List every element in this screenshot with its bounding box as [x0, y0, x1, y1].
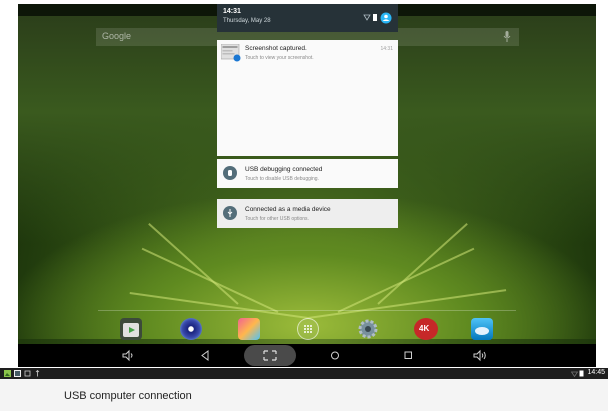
status-time: 14:45	[587, 369, 605, 376]
play-store-icon[interactable]	[120, 318, 142, 340]
notification-media-device[interactable]: Connected as a media device Touch for ot…	[217, 199, 398, 228]
usb-icon	[223, 206, 237, 220]
page-title: USB computer connection	[64, 390, 192, 402]
gallery-notification-icon	[4, 370, 11, 377]
notification-subtitle: Touch to view your screenshot.	[245, 55, 314, 61]
shade-status-icons	[362, 11, 392, 29]
notification-screenshot[interactable]: Screenshot captured. Touch to view your …	[217, 40, 398, 156]
android-debug-notification-icon	[35, 370, 40, 377]
usb-notification-icon	[24, 370, 31, 377]
navigation-bar	[18, 344, 596, 367]
volume-down-icon[interactable]	[121, 349, 135, 362]
leaf-vein	[148, 222, 239, 305]
wifi-icon	[363, 14, 371, 21]
shade-time: 14:31	[223, 8, 241, 15]
notification-shade-header[interactable]: 14:31 Thursday, May 28	[217, 4, 398, 32]
notification-title: USB debugging connected	[245, 166, 323, 173]
volume-up-icon[interactable]	[473, 349, 487, 362]
usb-connection-screenshot: 14:45 USB computer connection	[0, 368, 608, 411]
notification-subtitle: Touch for other USB options.	[245, 216, 309, 222]
4k-player-icon[interactable]: 4K	[414, 318, 438, 340]
4k-badge: 4K	[419, 324, 430, 333]
battery-icon	[579, 370, 584, 377]
notification-title: Screenshot captured.	[245, 45, 307, 52]
dock-divider	[98, 310, 516, 311]
all-apps-icon[interactable]	[297, 318, 319, 340]
home-screen-screenshot: Google 14:31 Thursday, May 28 Screenshot…	[18, 4, 596, 367]
settings-gear-icon[interactable]	[357, 318, 379, 340]
notification-usb-debugging[interactable]: USB debugging connected Touch to disable…	[217, 159, 398, 188]
music-icon[interactable]	[180, 318, 202, 340]
back-icon[interactable]	[198, 349, 212, 362]
wifi-icon	[571, 371, 578, 377]
status-bar: 14:45	[0, 368, 608, 379]
screenshot-notification-icon	[14, 370, 21, 377]
screenshot-icon[interactable]	[262, 349, 278, 362]
cloud-app-icon[interactable]	[471, 318, 493, 340]
mic-icon[interactable]	[503, 31, 511, 42]
recents-icon[interactable]	[401, 349, 415, 362]
leaf-vein	[129, 291, 309, 319]
search-placeholder: Google	[102, 31, 132, 41]
notification-time: 14:31	[380, 46, 393, 52]
leaf-vein	[307, 289, 507, 319]
notification-title: Connected as a media device	[245, 206, 331, 213]
leaf-vein	[377, 222, 468, 305]
screenshot-thumbnail-icon	[221, 44, 241, 62]
notification-subtitle: Touch to disable USB debugging.	[245, 176, 319, 182]
home-icon[interactable]	[328, 349, 342, 362]
android-debug-icon	[223, 166, 237, 180]
battery-icon	[373, 14, 377, 21]
shade-date: Thursday, May 28	[223, 18, 271, 24]
gallery-icon[interactable]	[238, 318, 260, 340]
